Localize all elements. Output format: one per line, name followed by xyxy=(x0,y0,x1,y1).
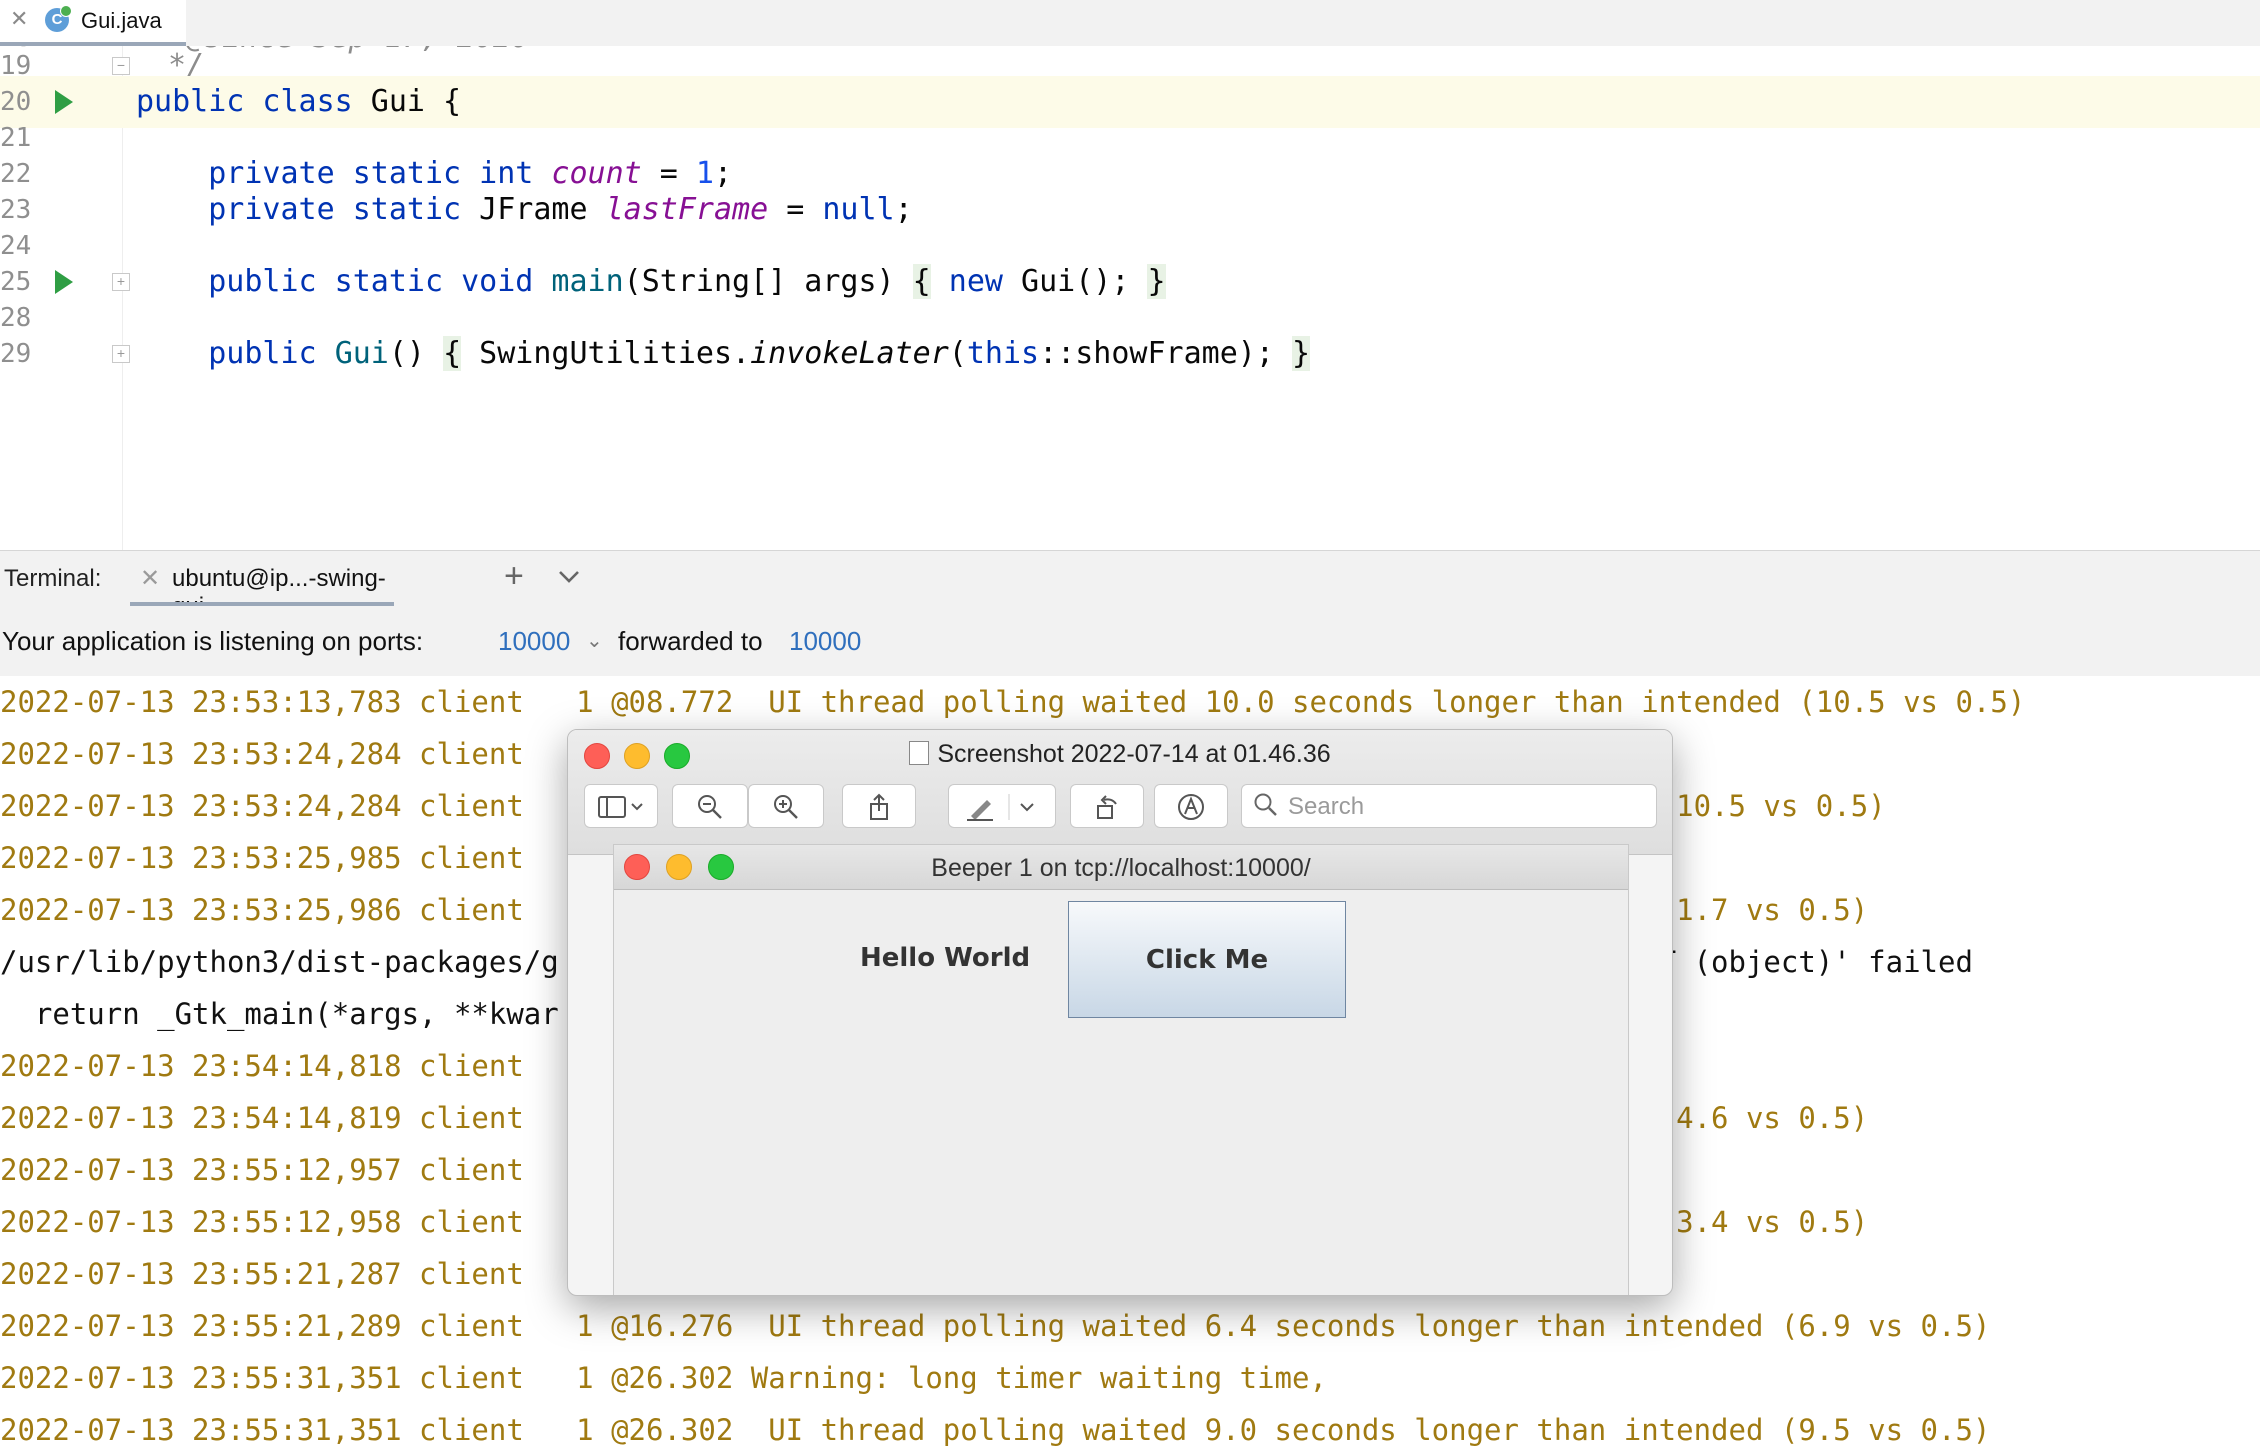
sidebar-toggle-button[interactable] xyxy=(584,784,658,828)
terminal-line: 2022-07-13 23:55:31,351 client 1 @26.302… xyxy=(0,1413,1991,1447)
search-icon xyxy=(1252,791,1280,826)
zoom-in-icon xyxy=(774,794,798,819)
terminal-line: 2022-07-13 23:55:21,287 client xyxy=(0,1257,524,1291)
rotate-button[interactable] xyxy=(1070,784,1144,828)
preview-title-text: Screenshot 2022-07-14 at 01.46.36 xyxy=(937,740,1331,768)
hello-world-label: Hello World xyxy=(860,943,1031,973)
annotate-button[interactable] xyxy=(1154,784,1228,828)
sidebar-icon xyxy=(598,795,643,818)
zoom-out-icon xyxy=(698,794,722,819)
code-editor[interactable]: 18 @since Sep 17, 2020 19 − */ 20 public… xyxy=(0,46,2260,550)
terminal-tab[interactable]: ✕ ubuntu@ip...-swing-gui xyxy=(130,551,394,620)
terminal-line: 2022-07-13 23:53:13,783 client 1 @08.772… xyxy=(0,685,2026,719)
click-me-button[interactable]: Click Me xyxy=(1068,901,1346,1018)
tab-close-icon[interactable]: ✕ xyxy=(10,8,28,30)
file-tab-gui-java[interactable]: ✕ C Gui.java xyxy=(0,0,186,46)
run-class-icon[interactable] xyxy=(55,90,73,114)
ports-text: Your application is listening on ports: xyxy=(2,626,424,656)
port-dropdown[interactable]: 10000 xyxy=(498,626,570,657)
terminal-line: 2022-07-13 23:55:31,351 client 1 @26.302… xyxy=(0,1361,1327,1395)
preview-window[interactable]: Screenshot 2022-07-14 at 01.46.36 Search xyxy=(567,729,1673,1296)
line-number: 29 xyxy=(0,339,32,369)
fold-expand-icon[interactable]: + xyxy=(112,273,130,291)
annotate-icon xyxy=(1178,793,1204,820)
terminal-line: 2022-07-13 23:54:14,818 client xyxy=(0,1049,524,1083)
preview-title: Screenshot 2022-07-14 at 01.46.36 xyxy=(568,740,1672,769)
java-window-titlebar[interactable]: Beeper 1 on tcp://localhost:10000/ xyxy=(614,845,1628,890)
rotate-icon xyxy=(1097,794,1117,819)
search-placeholder: Search xyxy=(1288,793,1365,820)
zoom-out-button[interactable] xyxy=(672,784,748,828)
java-window-title: Beeper 1 on tcp://localhost:10000/ xyxy=(931,854,1311,882)
document-icon xyxy=(909,741,930,765)
fold-expand-icon[interactable]: + xyxy=(112,345,130,363)
file-tab-label: Gui.java xyxy=(81,8,162,33)
terminal-line: 2022-07-13 23:53:25,985 client xyxy=(0,841,524,875)
code-text: public Gui() { SwingUtilities.invokeLate… xyxy=(208,336,1311,371)
share-button[interactable] xyxy=(842,784,916,828)
preview-titlebar[interactable]: Screenshot 2022-07-14 at 01.46.36 Search xyxy=(568,730,1672,855)
editor-tab-bar: ✕ C Gui.java xyxy=(0,0,2260,47)
markup-button[interactable] xyxy=(948,784,1056,828)
terminal-line: 2022-07-13 23:55:21,289 client 1 @16.276… xyxy=(0,1309,1991,1343)
terminal-label: Terminal: xyxy=(4,565,102,592)
new-terminal-plus-icon[interactable]: + xyxy=(504,557,524,596)
java-window[interactable]: Beeper 1 on tcp://localhost:10000/ Hello… xyxy=(613,844,1629,1295)
zoom-in-button[interactable] xyxy=(748,784,824,828)
search-field[interactable]: Search xyxy=(1241,784,1657,828)
share-icon xyxy=(870,793,888,820)
terminal-line: 2022-07-13 23:55:12,957 client xyxy=(0,1153,524,1187)
code-line-29: 29 + public Gui() { SwingUtilities.invok… xyxy=(0,328,2260,380)
forwarded-text: forwarded to xyxy=(618,626,763,656)
terminal-line: return _Gtk_main(*args, **kwar xyxy=(0,997,559,1031)
close-icon[interactable]: ✕ xyxy=(140,564,160,593)
terminal-line: 2022-07-13 23:53:24,284 client xyxy=(0,737,524,771)
chevron-down-icon[interactable] xyxy=(556,563,582,596)
run-main-icon[interactable] xyxy=(55,270,73,294)
markup-pen-icon xyxy=(967,793,1034,821)
fold-end-icon[interactable]: − xyxy=(112,57,130,75)
terminal-header: Terminal: ✕ ubuntu@ip...-swing-gui + xyxy=(0,550,2260,620)
chevron-down-icon[interactable]: ⌄ xyxy=(586,628,603,653)
ports-info-bar: Your application is listening on ports: … xyxy=(0,606,2260,676)
java-class-icon: C xyxy=(45,5,72,32)
forwarded-port-link[interactable]: 10000 xyxy=(789,626,861,657)
